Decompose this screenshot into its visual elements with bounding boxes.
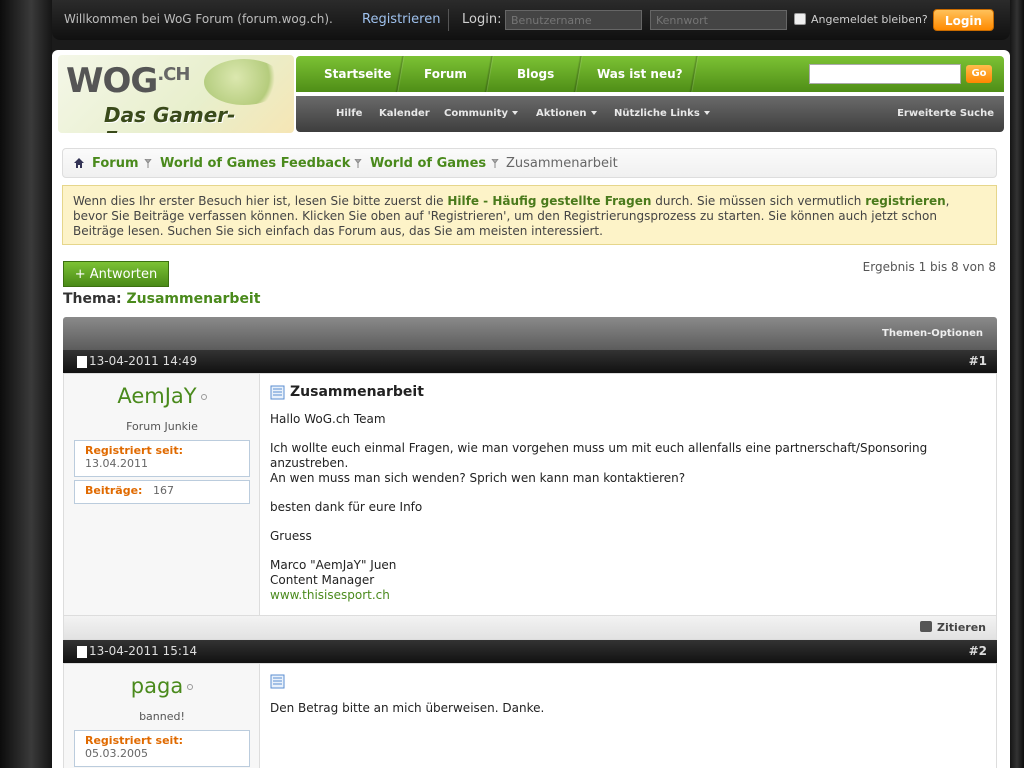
post-title: Zusammenarbeit xyxy=(270,384,986,400)
subnav-kalender[interactable]: Kalender xyxy=(379,108,430,119)
post-content: Zusammenarbeit Hallo WoG.ch Team Ich wol… xyxy=(270,384,986,617)
thread-title: Thema: Zusammenarbeit xyxy=(63,291,261,307)
notice-register-link[interactable]: registrieren xyxy=(865,194,945,208)
nav-divider xyxy=(688,56,700,92)
subnav-aktionen[interactable]: Aktionen xyxy=(536,108,597,119)
nav-blogs[interactable]: Blogs xyxy=(517,67,554,81)
nav-forum[interactable]: Forum xyxy=(424,67,467,81)
results-count: Ergebnis 1 bis 8 von 8 xyxy=(862,260,996,274)
logo-tagline: Das Gamer-Forum xyxy=(104,103,236,133)
nav-divider xyxy=(572,56,584,92)
user-title: banned! xyxy=(139,710,185,723)
remember-label: Angemeldet bleiben? xyxy=(811,13,928,26)
post: AemJaY Forum Junkie Registriert seit: 13.… xyxy=(63,373,997,616)
nav-startseite[interactable]: Startseite xyxy=(324,67,391,81)
document-icon xyxy=(270,385,285,399)
breadcrumb-arrow-icon xyxy=(491,159,499,168)
search-input[interactable] xyxy=(809,64,961,84)
post-text: Gruess xyxy=(270,529,312,543)
dragon-illustration xyxy=(204,59,284,105)
login-label: Login: xyxy=(462,12,502,27)
quote-button[interactable]: Zitieren xyxy=(920,621,986,634)
home-icon[interactable] xyxy=(73,157,85,169)
breadcrumb-arrow-icon xyxy=(354,159,362,168)
subnav-community[interactable]: Community xyxy=(444,108,519,119)
quote-icon xyxy=(920,621,933,632)
post-text: Den Betrag bitte an mich überweisen. Dan… xyxy=(270,701,545,715)
signature-link[interactable]: www.thisisesport.ch xyxy=(270,588,390,602)
page-background-right xyxy=(1010,0,1024,768)
thread-options-button[interactable]: Themen-Optionen xyxy=(882,328,983,339)
nav-divider xyxy=(483,56,495,92)
post-header: 13-04-2011 15:14 #2 xyxy=(63,640,997,663)
divider xyxy=(448,9,449,31)
breadcrumb-current: Zusammenarbeit xyxy=(506,156,618,171)
sub-navigation: Hilfe Kalender Community Aktionen Nützli… xyxy=(296,96,1004,132)
post-footer: Zitieren xyxy=(63,616,997,640)
post-content: Den Betrag bitte an mich überweisen. Dan… xyxy=(270,674,986,730)
register-link[interactable]: Registrieren xyxy=(362,12,440,27)
offline-status-icon xyxy=(200,394,207,400)
breadcrumb-forum[interactable]: Forum xyxy=(92,156,139,171)
subnav-useful-links[interactable]: Nützliche Links xyxy=(614,108,710,119)
login-button[interactable]: Login xyxy=(933,9,994,31)
document-icon xyxy=(77,356,87,368)
post-text: besten dank für eure Info xyxy=(270,500,423,514)
chevron-down-icon xyxy=(512,111,519,115)
remember-checkbox[interactable] xyxy=(794,13,806,25)
username-input[interactable] xyxy=(505,10,642,30)
breadcrumb-arrow-icon xyxy=(144,159,152,168)
chevron-down-icon xyxy=(590,111,597,115)
reply-button[interactable]: + Antworten xyxy=(63,261,169,287)
nav-whats-new[interactable]: Was ist neu? xyxy=(597,67,683,81)
nav-divider xyxy=(394,56,406,92)
document-icon xyxy=(270,674,285,689)
post-user-info: paga banned! Registriert seit: 05.03.2005 xyxy=(64,664,260,768)
user-title: Forum Junkie xyxy=(126,420,198,433)
welcome-text: Willkommen bei WoG Forum (forum.wog.ch). xyxy=(64,12,333,26)
page-background-left xyxy=(0,0,52,768)
post-header: 13-04-2011 14:49 #1 xyxy=(63,350,997,373)
chevron-down-icon xyxy=(703,111,710,115)
username[interactable]: AemJaY xyxy=(64,384,260,408)
post-user-info: AemJaY Forum Junkie Registriert seit: 13.… xyxy=(64,374,260,615)
document-icon xyxy=(77,646,87,658)
main-panel: WOG.CH Das Gamer-Forum Startseite Forum … xyxy=(52,50,1010,768)
post-title xyxy=(270,674,986,689)
post-date: 13-04-2011 15:14 xyxy=(89,644,198,658)
password-input[interactable] xyxy=(650,10,787,30)
thread-header: Themen-Optionen xyxy=(63,317,997,350)
post-number[interactable]: #2 xyxy=(969,644,987,658)
post-text: Ich wollte euch einmal Fragen, wie man v… xyxy=(270,441,928,485)
advanced-search-link[interactable]: Erweiterte Suche xyxy=(897,108,994,119)
search-go-button[interactable]: Go xyxy=(966,65,992,83)
breadcrumb-wog-feedback[interactable]: World of Games Feedback xyxy=(160,156,350,171)
faq-link[interactable]: Hilfe - Häufig gestellte Fragen xyxy=(447,194,651,208)
registered-since: Registriert seit: 13.04.2011 xyxy=(74,440,250,477)
post-number[interactable]: #1 xyxy=(969,354,987,368)
breadcrumb-wog[interactable]: World of Games xyxy=(370,156,486,171)
post-count: Beiträge: 167 xyxy=(74,480,250,504)
post-signature: Marco "AemJaY" Juen Content Manager www.th… xyxy=(270,558,397,602)
subnav-hilfe[interactable]: Hilfe xyxy=(336,108,362,119)
logo-text: WOG.CH xyxy=(66,61,190,101)
post: paga banned! Registriert seit: 05.03.2005… xyxy=(63,663,997,768)
main-navigation: Startseite Forum Blogs Was ist neu? Go xyxy=(296,56,1004,92)
post-text: Hallo WoG.ch Team xyxy=(270,412,386,426)
welcome-notice: Wenn dies Ihr erster Besuch hier ist, le… xyxy=(62,185,997,245)
post-date: 13-04-2011 14:49 xyxy=(89,354,198,368)
site-logo[interactable]: WOG.CH Das Gamer-Forum xyxy=(58,55,294,133)
offline-status-icon xyxy=(187,684,194,690)
top-bar: Willkommen bei WoG Forum (forum.wog.ch).… xyxy=(52,0,1010,40)
username[interactable]: paga xyxy=(64,674,260,698)
registered-since: Registriert seit: 05.03.2005 xyxy=(74,730,250,767)
breadcrumb: Forum World of Games Feedback World of G… xyxy=(62,148,997,178)
